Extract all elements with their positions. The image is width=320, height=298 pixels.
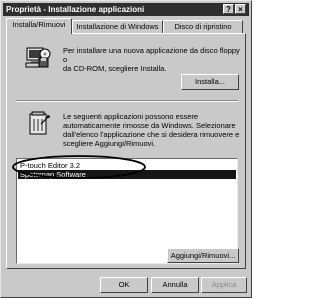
uninstall-icon: [29, 111, 50, 135]
install-text-line: Per installare una nuova applicazione da…: [63, 46, 240, 64]
tab-installazione-windows[interactable]: Installazione di Windows: [72, 20, 163, 33]
help-title-button[interactable]: ?: [223, 4, 234, 14]
ok-button-label: OK: [118, 280, 130, 289]
tab-panel: Per installare una nuova applicazione da…: [6, 33, 246, 269]
remove-text-line: dall'elenco l'applicazione che si deside…: [63, 130, 240, 139]
tab-label: Disco di ripristino: [174, 22, 232, 31]
ok-button[interactable]: OK: [100, 277, 148, 293]
install-description: Per installare una nuova applicazione da…: [63, 46, 245, 73]
tab-label: Installa/Rimuovi: [12, 20, 66, 29]
close-title-button[interactable]: ×: [235, 4, 246, 14]
tab-label: Installazione di Windows: [76, 22, 159, 31]
apply-button[interactable]: Applica: [201, 277, 247, 293]
cancel-button[interactable]: Annulla: [151, 277, 199, 293]
window-title: Proprietà - Installazione applicazioni: [6, 5, 145, 14]
apply-button-label: Applica: [211, 280, 237, 289]
install-text-line: da CD-ROM, scegliere Installa.: [63, 64, 167, 73]
add-remove-button-label: Aggiungi/Rimuovi...: [170, 251, 236, 260]
section-divider: [16, 100, 238, 102]
remove-text-line: automaticamente rimosse da Windows. Sele…: [63, 121, 236, 130]
tab-installa-rimuovi[interactable]: Installa/Rimuovi: [6, 18, 72, 34]
install-button[interactable]: Installa...: [181, 74, 239, 90]
install-button-label: Installa...: [194, 77, 225, 86]
tab-disco-ripristino[interactable]: Disco di ripristino: [163, 20, 243, 33]
add-remove-button[interactable]: Aggiungi/Rimuovi...: [167, 248, 239, 263]
remove-text-line: Le seguenti applicazioni possono essere: [63, 112, 199, 121]
properties-dialog: Proprietà - Installazione applicazioni ?…: [0, 0, 252, 298]
cancel-button-label: Annulla: [162, 280, 188, 289]
title-bar: Proprietà - Installazione applicazioni ?…: [3, 3, 249, 16]
highlight-ellipse: [12, 155, 146, 179]
remove-description: Le seguenti applicazioni possono essere …: [63, 112, 239, 148]
remove-text-line: scegliere Aggiungi/Rimuovi.: [63, 139, 156, 148]
floppy-cd-install-icon: [25, 47, 51, 68]
